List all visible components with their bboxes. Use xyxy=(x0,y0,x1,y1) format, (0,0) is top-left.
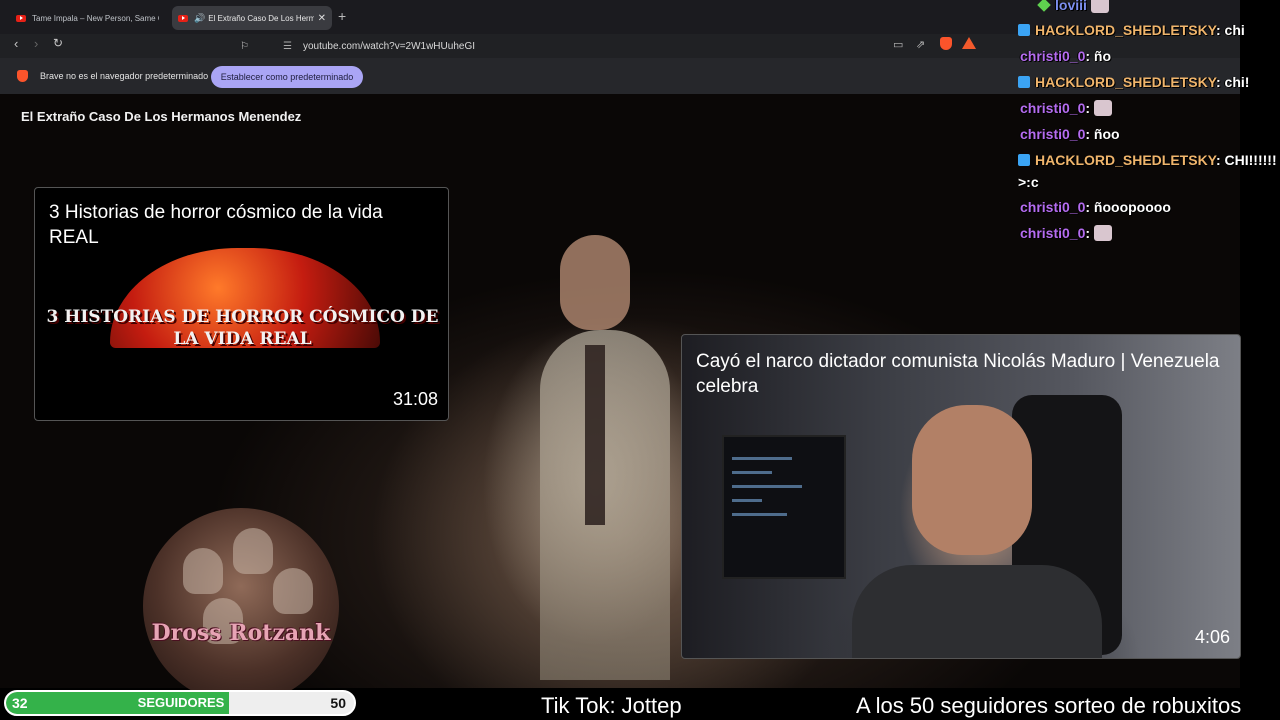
streamer-avatar xyxy=(143,508,339,704)
follower-goal: 50 xyxy=(330,695,346,711)
follower-label: SEGUIDORES xyxy=(137,695,225,710)
set-default-button[interactable]: Establecer como predeterminado xyxy=(211,66,363,88)
chat-message: christi0_0: xyxy=(1020,100,1112,116)
badge-icon xyxy=(1018,24,1030,36)
video-frame-figure xyxy=(585,345,605,525)
chat-message: christi0_0: ño xyxy=(1020,48,1112,64)
back-icon[interactable]: ‹ xyxy=(14,36,18,51)
cat-emote-icon xyxy=(1090,0,1109,13)
follower-goal-bar: 32 SEGUIDORES 50 xyxy=(4,690,356,716)
person-face-shape xyxy=(912,405,1032,555)
chat-message: >:c xyxy=(1018,174,1039,190)
tab-title: Tame Impala – New Person, Same Ol xyxy=(32,13,159,23)
chat-message: HACKLORD_SHEDLETSKY: CHI!!!!!! xyxy=(1018,152,1277,168)
follower-count: 32 xyxy=(12,695,28,711)
end-card-video[interactable]: 3 HISTORIAS DE HORROR CÓSMICO DE LA VIDA… xyxy=(34,187,449,421)
brave-rewards-icon[interactable] xyxy=(962,37,976,49)
tiktok-handle: Tik Tok: Jottep xyxy=(541,693,682,718)
end-card-duration: 31:08 xyxy=(392,389,438,409)
site-settings-icon[interactable]: ☰ xyxy=(283,41,293,52)
tab-menendez[interactable]: 🔊 El Extraño Caso De Los Herma ✕ xyxy=(172,6,332,30)
youtube-icon xyxy=(178,14,188,22)
end-card-title: 3 Historias de horror cósmico de la vida… xyxy=(49,202,383,248)
chat-message: christi0_0: ñooopoooo xyxy=(1020,199,1171,215)
monitor-shape xyxy=(722,435,846,579)
share-icon[interactable]: ⇗ xyxy=(916,38,925,51)
video-frame-figure xyxy=(540,330,670,680)
badge-icon xyxy=(1018,154,1030,166)
cat-emote-icon xyxy=(1093,100,1112,116)
close-tab-icon[interactable]: ✕ xyxy=(318,13,326,24)
giveaway-ticker: A los 50 seguidores sorteo de robuxitos xyxy=(856,693,1242,718)
forward-icon[interactable]: › xyxy=(34,36,38,51)
speaker-icon[interactable]: 🔊 xyxy=(194,13,205,24)
end-card-duration: 4:06 xyxy=(1194,627,1230,647)
video-frame-figure xyxy=(560,235,630,330)
stream-chat-overlay: loviii HACKLORD_SHEDLETSKY: chi christi0… xyxy=(1010,0,1280,250)
brave-logo-icon xyxy=(17,70,28,82)
cast-icon[interactable]: ▭ xyxy=(893,38,903,51)
youtube-icon xyxy=(16,14,26,22)
tab-tame-impala[interactable]: Tame Impala – New Person, Same Ol xyxy=(10,6,165,30)
thumbnail-text: 3 HISTORIAS DE HORROR CÓSMICO DE LA VIDA… xyxy=(46,307,439,349)
brave-shields-icon[interactable] xyxy=(940,37,952,50)
chat-message: HACKLORD_SHEDLETSKY: chi xyxy=(1018,22,1245,38)
video-title[interactable]: El Extraño Caso De Los Hermanos Menendez xyxy=(21,109,301,124)
address-bar[interactable]: ⚐ ☰ youtube.com/watch?v=2W1wHUuheGI xyxy=(240,36,900,56)
chat-message: christi0_0: ñoo xyxy=(1020,126,1120,142)
bookmark-icon[interactable]: ⚐ xyxy=(240,41,249,52)
end-card-video[interactable]: Cayó el narco dictador comunista Nicolás… xyxy=(681,334,1241,659)
badge-icon xyxy=(1037,0,1051,12)
reload-icon[interactable]: ↻ xyxy=(53,36,63,50)
infobar-message: Brave no es el navegador predeterminado xyxy=(40,71,209,81)
person-shape xyxy=(852,565,1102,658)
badge-icon xyxy=(1018,76,1030,88)
chat-message: loviii xyxy=(1037,0,1109,13)
url-text[interactable]: youtube.com/watch?v=2W1wHUuheGI xyxy=(303,41,475,52)
chat-message: HACKLORD_SHEDLETSKY: chi! xyxy=(1018,74,1249,90)
plus-icon[interactable]: + xyxy=(338,8,346,24)
tab-title: El Extraño Caso De Los Herma xyxy=(208,13,314,23)
cat-emote-icon xyxy=(1093,225,1112,241)
chat-message: christi0_0: xyxy=(1020,225,1112,241)
avatar-logo-text: Dross Rotzank xyxy=(151,620,331,646)
end-card-title: Cayó el narco dictador comunista Nicolás… xyxy=(696,351,1220,397)
